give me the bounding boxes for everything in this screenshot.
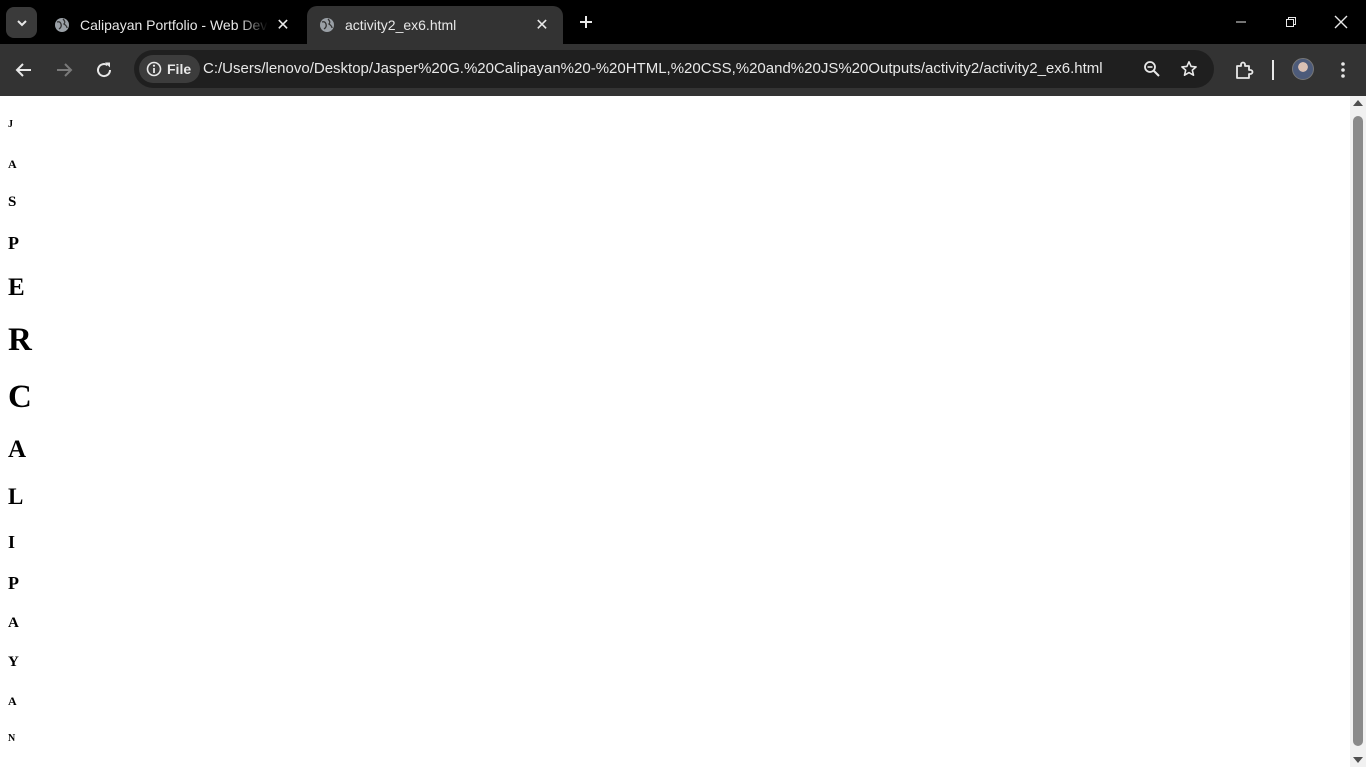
chevron-down-icon — [16, 19, 27, 26]
tab-title: Calipayan Portfolio - Web Developer — [80, 17, 268, 33]
heading-letter: L — [8, 484, 24, 509]
scroll-down-arrow[interactable] — [1353, 757, 1363, 763]
puzzle-icon — [1236, 61, 1254, 79]
forward-button[interactable] — [50, 56, 78, 84]
tab-portfolio[interactable]: Calipayan Portfolio - Web Developer ✕ — [42, 6, 304, 44]
heading-letter: P — [8, 573, 19, 593]
reload-button[interactable] — [90, 56, 118, 84]
back-button[interactable] — [10, 56, 38, 84]
bookmark-button[interactable] — [1179, 59, 1199, 79]
heading-letter: I — [8, 532, 16, 552]
toolbar-separator — [1272, 60, 1274, 80]
url-text[interactable]: C:/Users/lenovo/Desktop/Jasper%20G.%20Ca… — [203, 50, 1103, 88]
browser-toolbar: File C:/Users/lenovo/Desktop/Jasper%20G.… — [0, 44, 1366, 96]
globe-icon — [320, 18, 334, 32]
restore-button[interactable] — [1266, 0, 1316, 44]
menu-button[interactable] — [1329, 56, 1357, 84]
minimize-icon — [1236, 21, 1246, 23]
star-icon — [1181, 61, 1197, 76]
zoom-out-icon — [1144, 61, 1160, 77]
more-vertical-icon — [1341, 62, 1345, 78]
restore-icon — [1286, 17, 1296, 27]
plus-icon — [580, 16, 592, 28]
arrow-right-icon — [57, 63, 73, 77]
heading-letter: C — [8, 379, 32, 415]
scrollbar-thumb[interactable] — [1353, 116, 1363, 746]
new-tab-button[interactable] — [574, 10, 598, 34]
chip-label: File — [167, 61, 192, 77]
globe-icon — [55, 18, 69, 32]
heading-letter: J — [8, 119, 13, 130]
tab-search-button[interactable] — [6, 7, 37, 38]
heading-letter: S — [8, 194, 17, 210]
heading-letter: A — [8, 157, 17, 171]
scroll-up-arrow[interactable] — [1353, 100, 1363, 106]
site-info-chip[interactable]: File — [139, 55, 201, 83]
reload-icon — [97, 62, 112, 78]
heading-letter: A — [8, 694, 17, 708]
page-content: J A S P E R C A L I P A Y A N — [0, 96, 1350, 767]
minimize-button[interactable] — [1216, 0, 1266, 44]
heading-letter: A — [8, 615, 19, 631]
tab-strip: Calipayan Portfolio - Web Developer ✕ ac… — [0, 0, 1366, 44]
info-icon — [146, 61, 162, 77]
close-tab-icon[interactable]: ✕ — [533, 16, 551, 34]
heading-letter: Y — [8, 654, 19, 670]
heading-letter: R — [8, 322, 32, 358]
close-icon — [1334, 15, 1348, 29]
zoom-button[interactable] — [1142, 59, 1162, 79]
heading-letter: A — [8, 436, 27, 463]
arrow-left-icon — [15, 63, 31, 77]
heading-letter: E — [8, 274, 25, 301]
profile-avatar[interactable] — [1292, 58, 1314, 80]
tab-activity2[interactable]: activity2_ex6.html ✕ — [307, 6, 563, 44]
extensions-button[interactable] — [1230, 56, 1258, 84]
close-tab-icon[interactable]: ✕ — [274, 16, 292, 34]
tab-title: activity2_ex6.html — [345, 17, 457, 33]
heading-letter: P — [8, 233, 19, 253]
vertical-scrollbar[interactable] — [1350, 96, 1366, 767]
close-window-button[interactable] — [1316, 0, 1366, 44]
heading-letter: N — [8, 733, 16, 744]
address-bar[interactable]: File C:/Users/lenovo/Desktop/Jasper%20G.… — [134, 50, 1214, 88]
